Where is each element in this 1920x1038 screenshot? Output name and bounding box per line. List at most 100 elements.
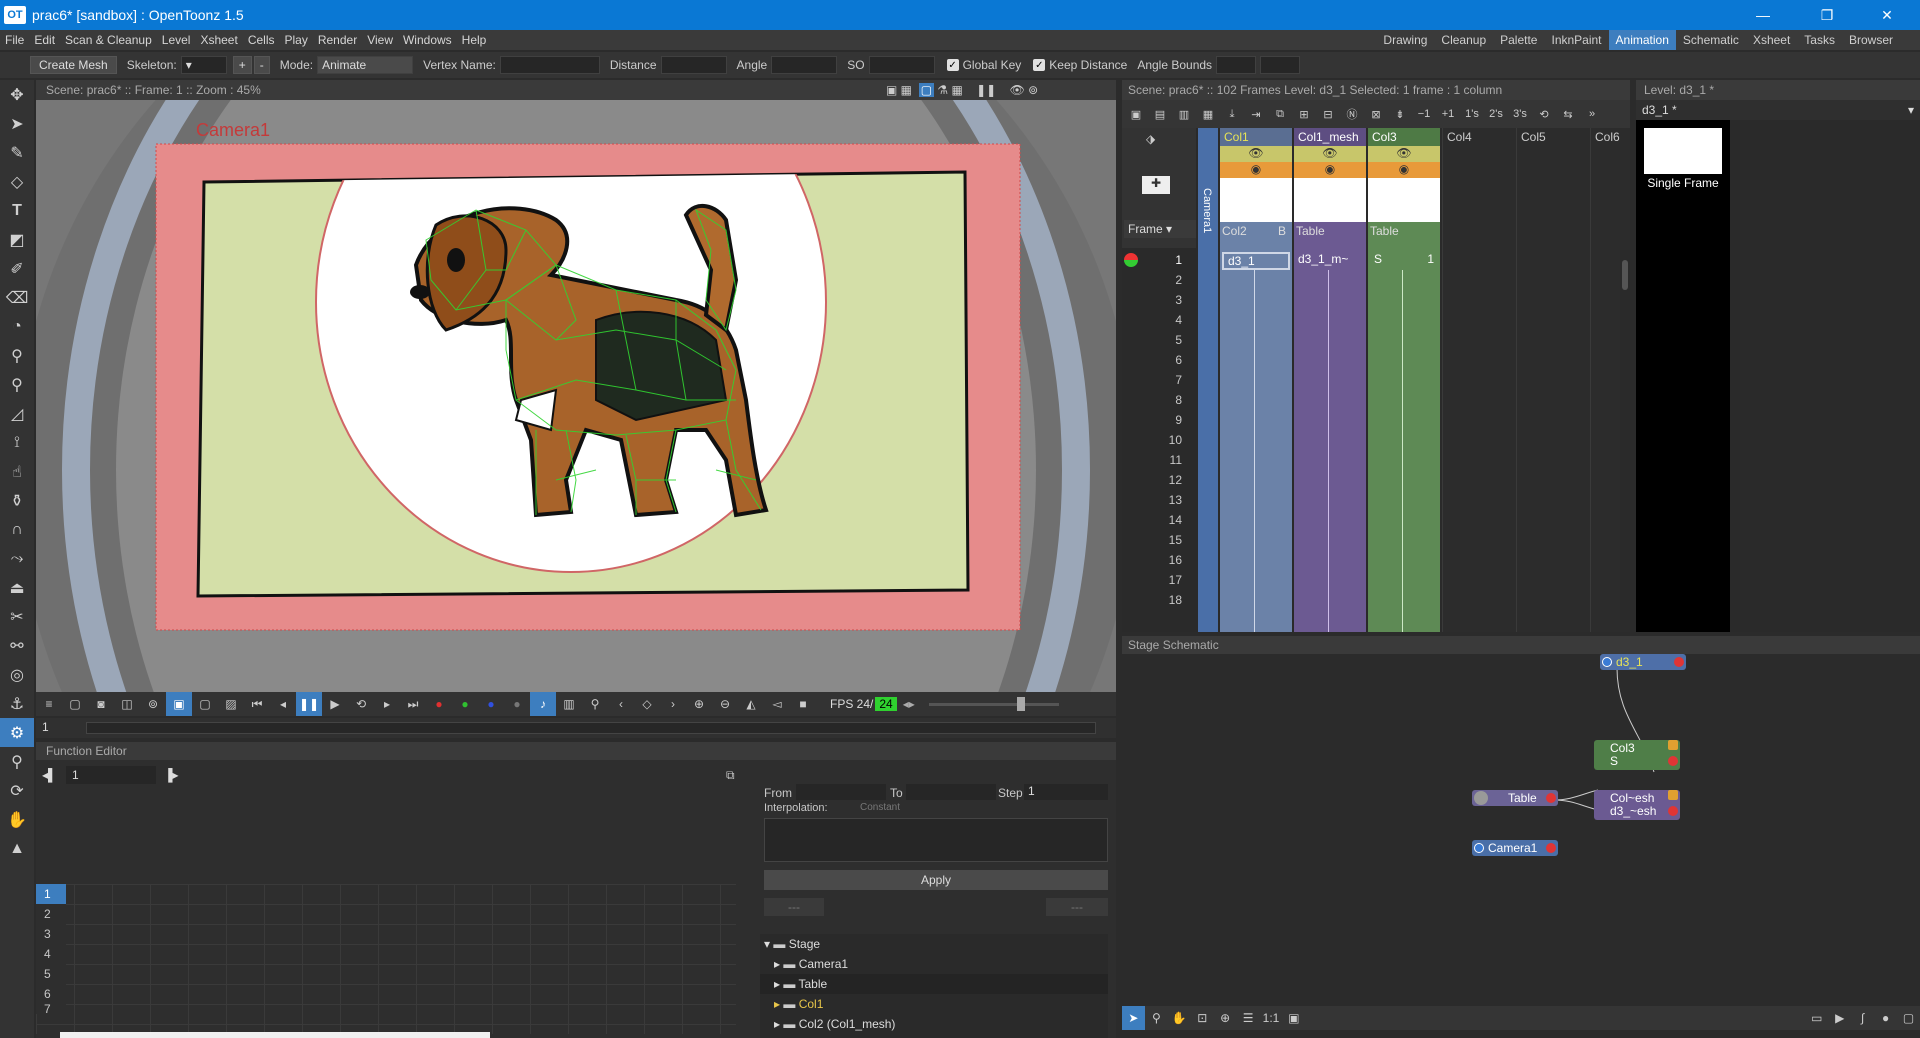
loop-icon[interactable]: ⟲ (348, 692, 374, 716)
zoom-tool-icon[interactable]: ⚲ (0, 747, 34, 776)
to-field[interactable] (906, 784, 996, 800)
angle-field[interactable] (771, 56, 838, 74)
column-col1[interactable]: Col1 👁 ◉ Col2 B d3_1 (1220, 128, 1292, 632)
preview-toggle-icon[interactable]: 👁 (1294, 146, 1366, 162)
flip-vertical-icon[interactable]: ◅ (764, 692, 790, 716)
camstand-toggle-icon[interactable]: ◉ (1220, 162, 1292, 178)
frame-row[interactable]: 18 (1122, 590, 1196, 610)
fit-to-window-icon[interactable]: ⊡ (1191, 1006, 1214, 1030)
selection-tool-icon[interactable]: ➤ (0, 109, 34, 138)
sound-icon[interactable]: ♪ (530, 692, 556, 716)
column-col4[interactable]: Col4 (1442, 128, 1516, 632)
add-marker-icon[interactable]: ✚ (1142, 176, 1170, 194)
frame-row[interactable]: 11 (1122, 450, 1196, 470)
node-camera1[interactable]: Camera1 (1472, 840, 1558, 856)
new-camera-icon[interactable]: ▶ (1828, 1006, 1851, 1030)
compare-icon[interactable]: ◫ (114, 692, 140, 716)
zoom-mode-icon[interactable]: ⚲ (1145, 1006, 1168, 1030)
plastic-tool-icon[interactable]: ⚙ (0, 718, 34, 747)
room-drawing[interactable]: Drawing (1376, 30, 1434, 50)
cell-col1mesh-1[interactable]: d3_1_m~ (1298, 252, 1348, 266)
output-port[interactable] (1546, 793, 1556, 803)
so-field[interactable] (868, 56, 935, 74)
geometric-tool-icon[interactable]: ◇ (0, 167, 34, 196)
pump-tool-icon[interactable]: ⚱ (0, 486, 34, 515)
column-name[interactable]: Col3 (1368, 128, 1440, 146)
frame-row[interactable]: 3 (1122, 290, 1196, 310)
tree-item-camera1[interactable]: ▸ ▬ Camera1 (760, 954, 1108, 974)
magnet-tool-icon[interactable]: ∩ (0, 515, 34, 544)
reorder-nodes-icon[interactable]: ☰ (1237, 1006, 1260, 1030)
key-icon[interactable]: ◇ (634, 692, 660, 716)
menu-xsheet[interactable]: Xsheet (195, 33, 242, 47)
hand-mode-icon[interactable]: ✋ (1168, 1006, 1191, 1030)
output-port[interactable] (1546, 843, 1556, 853)
camstand-toggle-icon[interactable]: ◉ (1294, 162, 1366, 178)
animate-tool-icon[interactable]: ✥ (0, 80, 34, 109)
frame-zoom-dropdown[interactable]: Frame ▾ (1124, 220, 1196, 238)
ruler-tool-icon[interactable]: ◿ (0, 399, 34, 428)
play-icon[interactable]: ▶ (322, 692, 348, 716)
style-picker-tool-icon[interactable]: ⚲ (0, 341, 34, 370)
reverse-icon[interactable]: ⟲ (1534, 104, 1554, 124)
step-1-button[interactable]: 1's (1462, 104, 1482, 124)
menu-edit[interactable]: Edit (29, 33, 60, 47)
menu-windows[interactable]: Windows (398, 33, 457, 47)
stage-schematic[interactable]: d3_1 Col3 S Table Col~esh d3_~esh Camera… (1122, 654, 1920, 1006)
menu-render[interactable]: Render (313, 33, 362, 47)
frame-row[interactable]: 5 (1122, 330, 1196, 350)
fps-field[interactable]: 24 (875, 697, 897, 711)
camstand-toggle-icon[interactable]: ◉ (1368, 162, 1440, 178)
prev-segment-field[interactable]: --- (764, 898, 824, 916)
cutter-tool-icon[interactable]: ✂ (0, 602, 34, 631)
fe-frame-field[interactable]: 1 (66, 766, 156, 784)
global-key-checkbox[interactable]: ✓ (946, 59, 959, 71)
close-button[interactable]: ✕ (1858, 0, 1916, 30)
first-frame-icon[interactable]: ⏮ (244, 692, 270, 716)
output-node-icon[interactable]: ▢ (1897, 1006, 1920, 1030)
column-col5[interactable]: Col5 (1516, 128, 1590, 632)
level-strip-frames[interactable]: Single Frame (1636, 120, 1730, 632)
frame-row[interactable]: 8 (1122, 390, 1196, 410)
locator-icon[interactable]: ⚲ (582, 692, 608, 716)
column-col1-mesh[interactable]: Col1_mesh 👁 ◉ Table d3_1_m~ (1294, 128, 1366, 632)
output-port[interactable] (1668, 756, 1678, 766)
collapse-icon[interactable]: ⊞ (1294, 104, 1314, 124)
cell-col1-1[interactable]: d3_1 (1222, 252, 1290, 270)
new-raster-icon[interactable]: ▥ (1174, 104, 1194, 124)
fps-stepper[interactable]: ◂▸ (903, 697, 915, 711)
column-pegbar[interactable]: Col2 B (1220, 222, 1292, 240)
fe-prev-frame-icon[interactable]: ◂▌ (42, 768, 57, 782)
level-selector[interactable]: d3_1 * ▾ (1636, 100, 1920, 120)
fe-toggle-icon[interactable]: ⧉ (726, 768, 735, 783)
camera-column[interactable]: Camera1 (1198, 128, 1218, 632)
frame-row[interactable]: 13 (1122, 490, 1196, 510)
type-tool-icon[interactable]: T (0, 196, 34, 225)
input-port[interactable] (1474, 843, 1484, 853)
skeleton-remove-button[interactable]: - (253, 56, 270, 74)
histogram-icon[interactable]: ▥ (556, 692, 582, 716)
normal-size-button[interactable]: 1:1 (1260, 1006, 1283, 1030)
step-2-button[interactable]: 2's (1486, 104, 1506, 124)
frame-slider[interactable] (86, 722, 1096, 734)
bender-tool-icon[interactable]: ⤳ (0, 544, 34, 573)
scene-viewer[interactable]: Camera1 (36, 100, 1116, 692)
skeleton-tool-icon[interactable]: ⚯ (0, 631, 34, 660)
room-schematic[interactable]: Schematic (1676, 30, 1746, 50)
column-col3[interactable]: Col3 👁 ◉ Table S 1 (1368, 128, 1440, 632)
frame-row[interactable]: 16 (1122, 550, 1196, 570)
blue-channel-icon[interactable]: ● (478, 692, 504, 716)
from-field[interactable] (796, 784, 886, 800)
new-vector-level-icon[interactable]: ▣ (1126, 104, 1146, 124)
pause-icon[interactable]: ❚❚ (296, 692, 322, 716)
create-mesh-button[interactable]: Create Mesh (30, 56, 117, 74)
level-frame-thumbnail[interactable] (1644, 128, 1722, 174)
menu-view[interactable]: View (362, 33, 398, 47)
new-pegbar-icon[interactable]: ▭ (1805, 1006, 1828, 1030)
clone-icon[interactable]: ⊟ (1318, 104, 1338, 124)
prev-frame-icon[interactable]: ◂ (270, 692, 296, 716)
mode-dropdown[interactable]: Animate (317, 56, 414, 74)
room-animation[interactable]: Animation (1608, 30, 1676, 50)
new-toonz-raster-icon[interactable]: ▤ (1150, 104, 1170, 124)
black-bg-icon[interactable]: ▨ (218, 692, 244, 716)
